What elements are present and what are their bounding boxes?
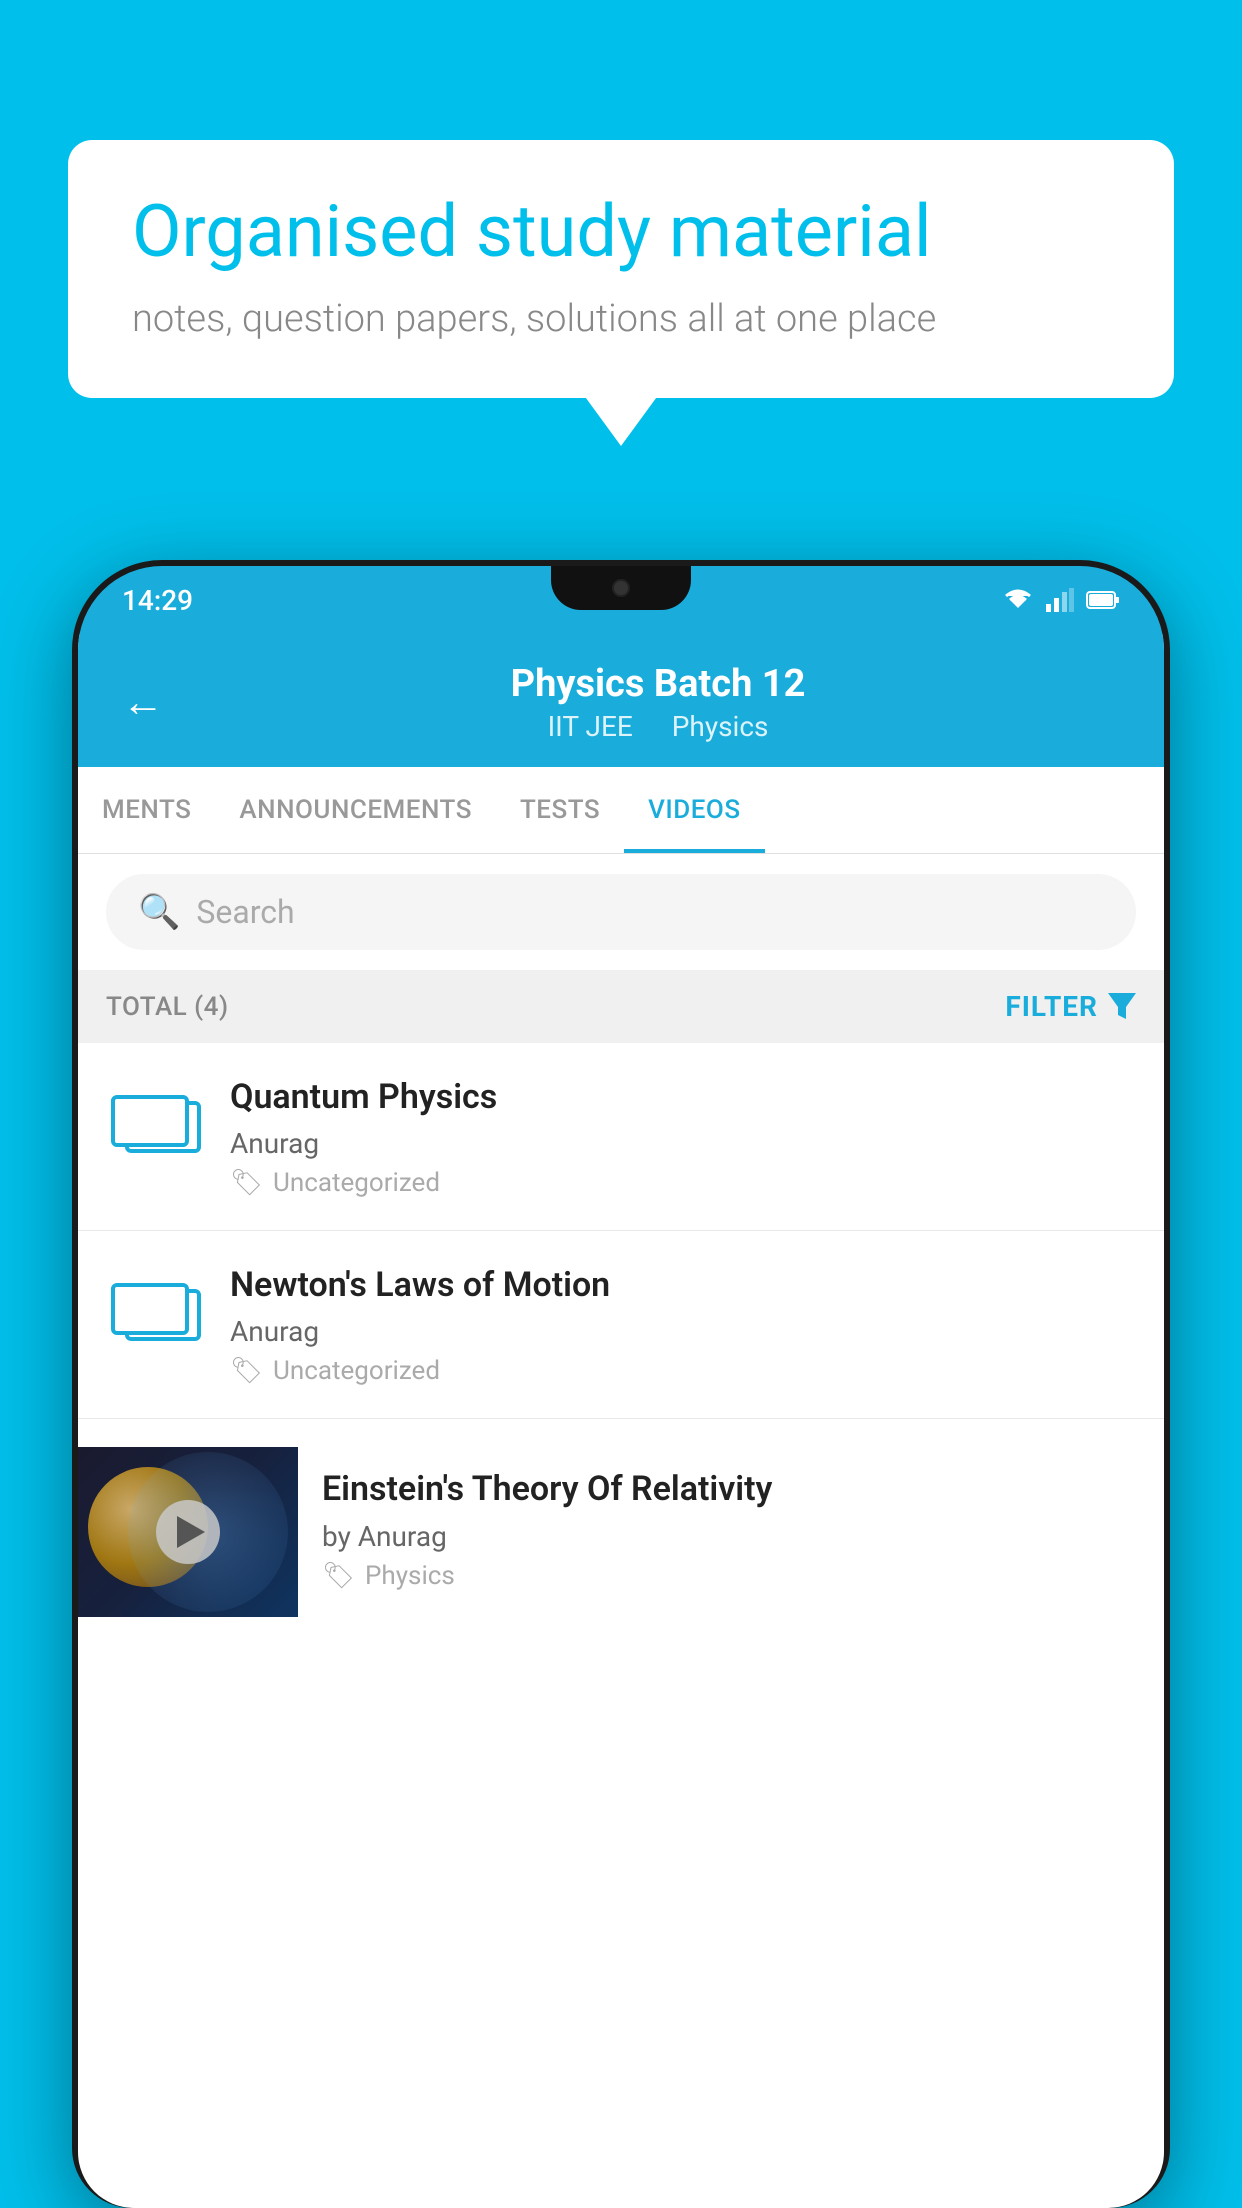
filter-bar: TOTAL (4) FILTER [78,970,1164,1043]
video-item-1[interactable]: Quantum Physics Anurag 🏷 Uncategorized [78,1043,1164,1231]
video-author-1: Anurag [230,1127,1136,1160]
speech-bubble: Organised study material notes, question… [68,140,1174,398]
play-button-3[interactable] [156,1500,220,1564]
tag-icon-3: 🏷 [322,1561,355,1591]
filter-label: FILTER [1005,990,1098,1023]
header-subtitle: IIT JEE Physics [196,710,1120,743]
search-input-wrapper[interactable]: 🔍 Search [106,874,1136,950]
video-tag-row-3: 🏷 Physics [322,1561,1112,1591]
video-thumbnail-3 [78,1447,298,1617]
folder-icon-1 [111,1083,201,1153]
folder-front-2 [111,1283,189,1335]
folder-front-1 [111,1095,189,1147]
video-title-3: Einstein's Theory Of Relativity [322,1467,1112,1511]
wifi-icon [1002,588,1034,612]
video-tag-3: Physics [365,1561,455,1591]
search-container: 🔍 Search [78,854,1164,970]
content-scroll: Quantum Physics Anurag 🏷 Uncategorized [78,1043,1164,2208]
phone-inner: 14:29 [78,566,1164,2208]
tab-ments[interactable]: MENTS [78,767,215,853]
signal-icon [1046,588,1074,612]
video-author-2: Anurag [230,1315,1136,1348]
video-tag-row-2: 🏷 Uncategorized [230,1356,1136,1386]
phone-frame: 14:29 [72,560,1170,2208]
video-info-2: Newton's Laws of Motion Anurag 🏷 Uncateg… [230,1263,1136,1386]
video-info-1: Quantum Physics Anurag 🏷 Uncategorized [230,1075,1136,1198]
play-triangle [177,1516,205,1548]
header-subtitle-part2: Physics [672,710,769,743]
video-tag-2: Uncategorized [273,1356,440,1386]
notch [551,566,691,610]
header-subtitle-part1: IIT JEE [548,710,633,743]
total-label: TOTAL (4) [106,992,229,1022]
back-button[interactable]: ← [122,682,164,724]
speech-bubble-headline: Organised study material [132,192,1110,271]
filter-button[interactable]: FILTER [1005,990,1136,1023]
folder-icon-area-2 [106,1263,206,1341]
folder-icon-area-1 [106,1075,206,1153]
tag-icon-2: 🏷 [230,1356,263,1386]
video-title-1: Quantum Physics [230,1075,1136,1119]
tab-videos[interactable]: VIDEOS [624,767,764,853]
header-title: Physics Batch 12 [196,662,1120,706]
status-icons [1002,588,1120,612]
video-item-2[interactable]: Newton's Laws of Motion Anurag 🏷 Uncateg… [78,1231,1164,1419]
video-title-2: Newton's Laws of Motion [230,1263,1136,1307]
speech-bubble-subtext: notes, question papers, solutions all at… [132,293,1110,346]
status-bar: 14:29 [78,566,1164,634]
app-screen: ← Physics Batch 12 IIT JEE Physics MENTS… [78,634,1164,2208]
tag-icon-1: 🏷 [230,1168,263,1198]
speech-bubble-container: Organised study material notes, question… [68,140,1174,398]
folder-icon-2 [111,1271,201,1341]
video-tag-row-1: 🏷 Uncategorized [230,1168,1136,1198]
video-info-3: Einstein's Theory Of Relativity by Anura… [298,1447,1136,1610]
video-tag-1: Uncategorized [273,1168,440,1198]
video-item-3[interactable]: Einstein's Theory Of Relativity by Anura… [78,1419,1164,1617]
notch-camera [612,579,630,597]
search-icon: 🔍 [138,892,180,932]
status-time: 14:29 [122,584,193,617]
tabs-bar: MENTS ANNOUNCEMENTS TESTS VIDEOS [78,767,1164,854]
battery-icon [1086,589,1120,611]
app-header: ← Physics Batch 12 IIT JEE Physics [78,634,1164,767]
search-placeholder: Search [196,893,294,931]
tab-tests[interactable]: TESTS [496,767,624,853]
video-author-3: by Anurag [322,1520,1112,1553]
filter-icon [1108,993,1136,1021]
tab-announcements[interactable]: ANNOUNCEMENTS [215,767,496,853]
header-title-group: Physics Batch 12 IIT JEE Physics [196,662,1120,743]
